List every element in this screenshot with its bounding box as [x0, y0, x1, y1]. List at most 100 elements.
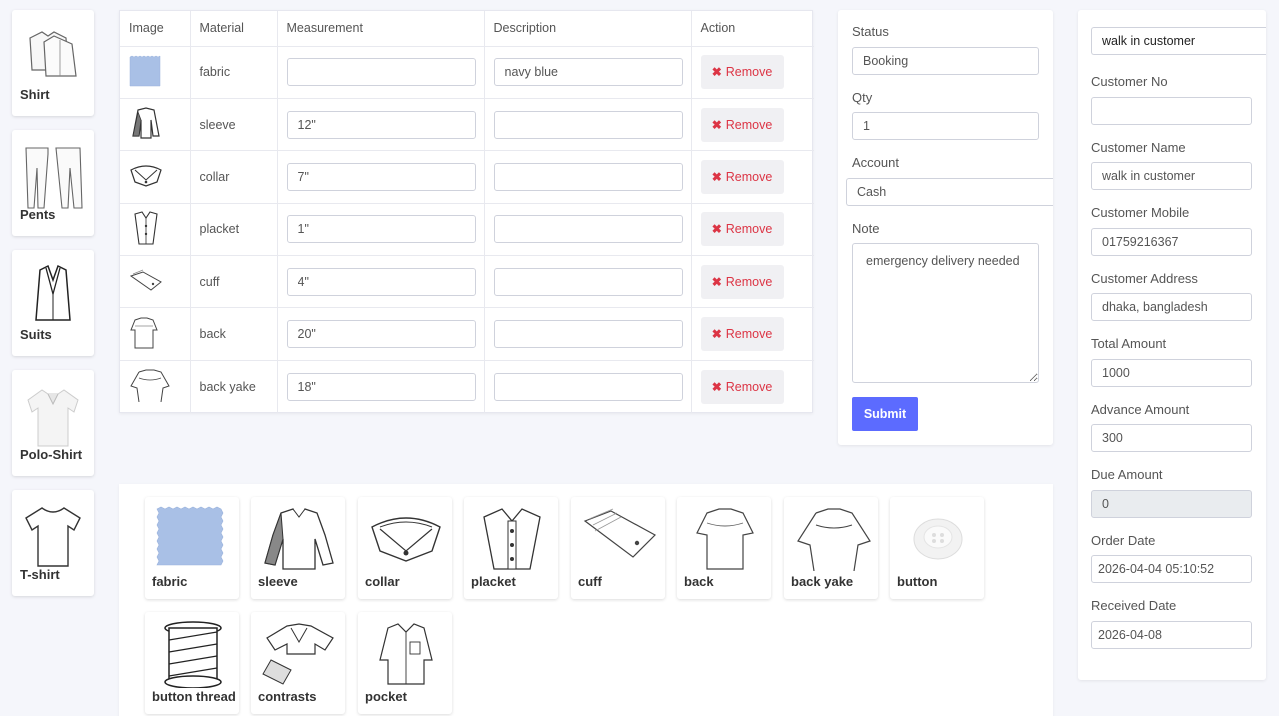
part-label: button — [897, 574, 938, 589]
part-button-thread[interactable]: button thread — [145, 612, 239, 714]
category-pents[interactable]: Pents — [12, 130, 94, 236]
close-icon: ✖ — [711, 169, 722, 184]
table-row: cuff ✖Remove — [120, 255, 814, 309]
account-select[interactable] — [846, 178, 1053, 206]
submit-button[interactable]: Submit — [852, 397, 918, 431]
fabric-swatch-icon — [156, 506, 224, 566]
category-suits[interactable]: Suits — [12, 250, 94, 356]
remove-button[interactable]: ✖ Remove — [700, 369, 784, 404]
remove-label: Remove — [725, 222, 773, 237]
part-button[interactable]: button — [890, 497, 984, 599]
table-row: collar ✖Remove — [120, 150, 814, 204]
part-back[interactable]: back — [677, 497, 771, 599]
measurement-input[interactable] — [286, 267, 476, 296]
category-polo-shirt[interactable]: Polo-Shirt — [12, 370, 94, 476]
order-date-label: Order Date — [1091, 533, 1156, 548]
description-input[interactable] — [493, 58, 683, 87]
description-input[interactable] — [493, 110, 683, 139]
part-placket[interactable]: placket — [464, 497, 558, 599]
customer-type-select[interactable] — [1091, 27, 1266, 55]
contrasts-icon — [262, 623, 334, 685]
placket-icon — [134, 211, 158, 245]
description-input[interactable] — [493, 162, 683, 191]
part-collar[interactable]: collar — [358, 497, 452, 599]
part-pocket[interactable]: pocket — [358, 612, 452, 714]
table-row: placket ✖Remove — [120, 203, 814, 257]
remove-label: Remove — [725, 379, 773, 394]
table-row: sleeve ✖Remove — [120, 98, 814, 152]
remove-button[interactable]: ✖ Remove — [700, 55, 784, 90]
row-image-cell — [120, 255, 191, 309]
material-cell: fabric — [190, 46, 278, 99]
close-icon: ✖ — [711, 65, 722, 80]
remove-button[interactable]: ✖ Remove — [700, 159, 784, 194]
remove-label: Remove — [725, 274, 773, 289]
remove-button[interactable]: ✖ Remove — [700, 317, 784, 352]
category-label: Shirt — [20, 87, 50, 102]
measurement-input[interactable] — [286, 58, 476, 87]
measurement-input[interactable] — [286, 162, 476, 191]
remove-button[interactable]: ✖ Remove — [700, 212, 784, 247]
customer-address-field[interactable] — [1091, 293, 1252, 321]
table-row: fabric ✖Remove — [120, 46, 814, 99]
column-header: Measurement — [277, 11, 485, 47]
customer-panel: Customer No Customer Name Customer Mobil… — [1078, 10, 1266, 680]
shirt-back-icon — [130, 317, 158, 349]
collar-icon — [130, 165, 162, 188]
back-yoke-icon — [130, 369, 170, 403]
due-amount-field — [1091, 490, 1252, 518]
close-icon: ✖ — [711, 117, 722, 132]
customer-mobile-field[interactable] — [1091, 228, 1252, 256]
customer-address-label: Customer Address — [1091, 271, 1198, 286]
part-back-yake[interactable]: back yake — [784, 497, 878, 599]
status-field[interactable] — [852, 47, 1039, 75]
column-header: Image — [120, 11, 191, 47]
advance-amount-field[interactable] — [1091, 424, 1252, 452]
customer-no-field[interactable] — [1091, 97, 1252, 125]
remove-button[interactable]: ✖ Remove — [700, 264, 784, 299]
measurement-input[interactable] — [286, 110, 476, 139]
category-t-shirt[interactable]: T-shirt — [12, 490, 94, 596]
category-shirt[interactable]: Shirt — [12, 10, 94, 116]
part-fabric[interactable]: fabric — [145, 497, 239, 599]
part-label: placket — [471, 574, 516, 589]
part-sleeve[interactable]: sleeve — [251, 497, 345, 599]
sleeve-icon — [132, 107, 160, 139]
order-details-panel: Status Qty Account Note emergency delive… — [838, 10, 1053, 445]
order-date-field[interactable] — [1091, 555, 1252, 583]
fabric-swatch-icon — [129, 55, 161, 86]
row-image-cell — [120, 360, 191, 413]
received-date-field[interactable] — [1091, 621, 1252, 649]
description-input[interactable] — [493, 267, 683, 296]
note-textarea[interactable]: emergency delivery needed — [852, 243, 1039, 383]
customer-name-field[interactable] — [1091, 162, 1252, 190]
received-date-label: Received Date — [1091, 598, 1177, 613]
cuff-icon — [129, 269, 162, 291]
pocket-icon — [379, 623, 433, 685]
total-amount-field[interactable] — [1091, 359, 1252, 387]
customer-no-label: Customer No — [1091, 74, 1168, 89]
measurement-input[interactable] — [286, 372, 476, 401]
description-input[interactable] — [493, 372, 683, 401]
shirt-icon — [29, 31, 77, 77]
part-cuff[interactable]: cuff — [571, 497, 665, 599]
row-image-cell — [120, 98, 191, 152]
part-contrasts[interactable]: contrasts — [251, 612, 345, 714]
material-cell: sleeve — [190, 98, 278, 152]
qty-field[interactable] — [852, 112, 1039, 140]
column-header: Description — [484, 11, 692, 47]
description-input[interactable] — [493, 215, 683, 244]
remove-label: Remove — [725, 117, 773, 132]
remove-label: Remove — [725, 65, 773, 80]
remove-label: Remove — [725, 169, 773, 184]
description-input[interactable] — [493, 320, 683, 349]
part-label: back yake — [791, 574, 854, 589]
measurement-input[interactable] — [286, 215, 476, 244]
shirt-back-icon — [696, 508, 754, 570]
remove-button[interactable]: ✖ Remove — [700, 107, 784, 142]
back-yoke-icon — [797, 508, 871, 571]
total-amount-label: Total Amount — [1091, 336, 1167, 351]
category-label: Pents — [20, 207, 56, 222]
measurement-input[interactable] — [286, 320, 476, 349]
category-label: T-shirt — [20, 567, 60, 582]
